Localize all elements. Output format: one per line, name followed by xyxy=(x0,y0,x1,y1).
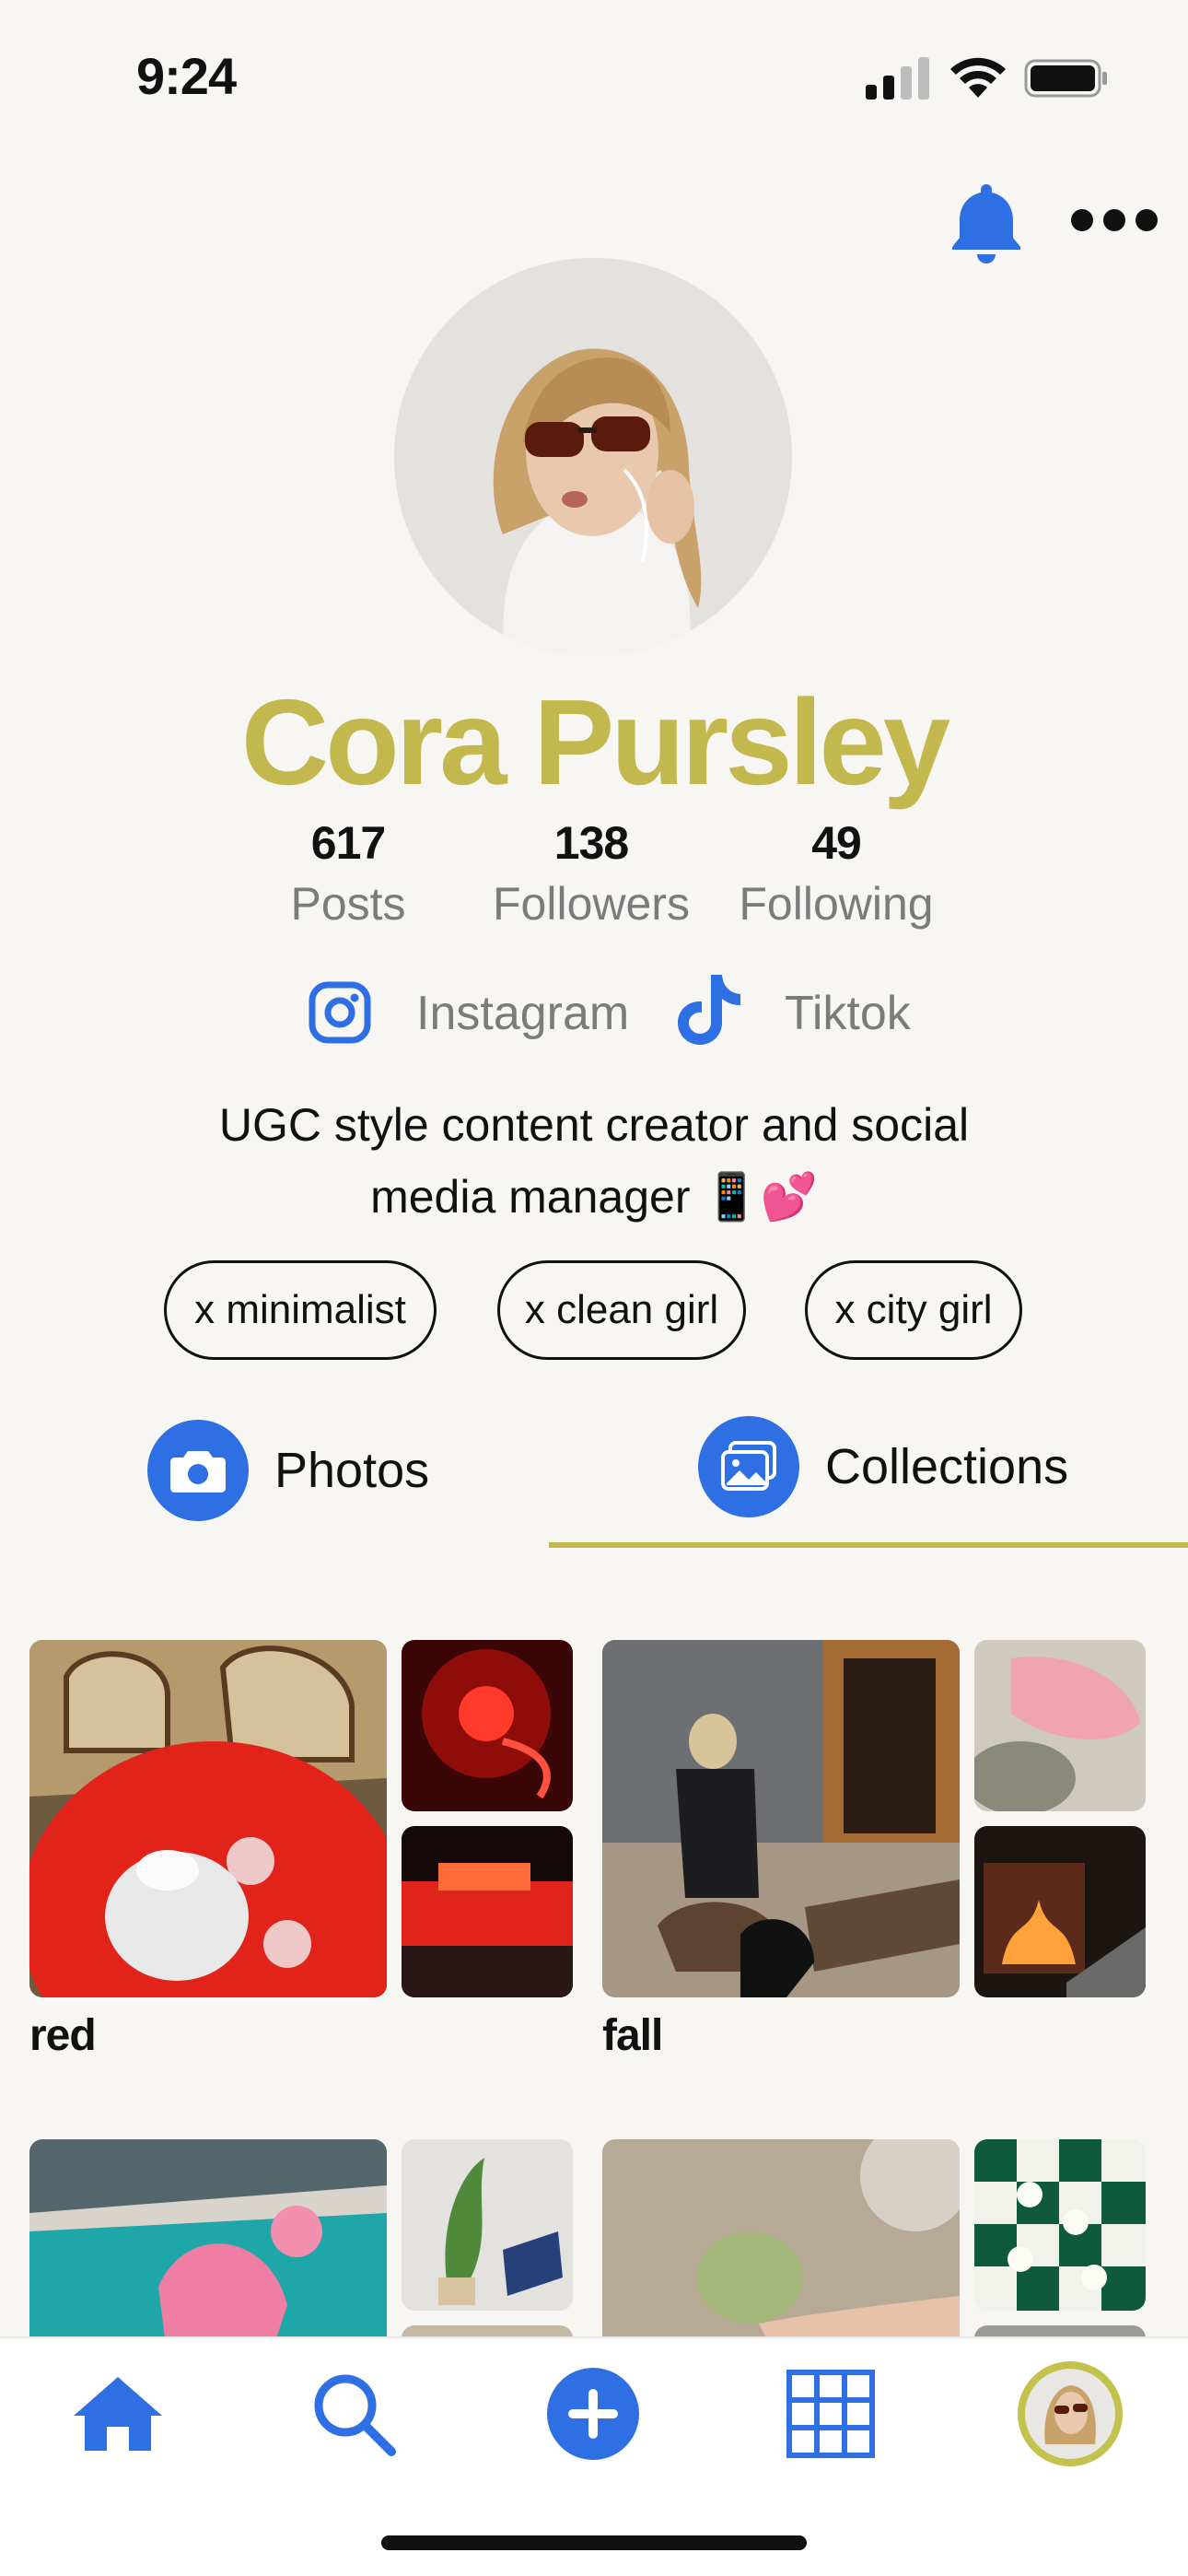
home-indicator xyxy=(381,2535,807,2550)
collection-card[interactable]: fall xyxy=(602,1640,1147,2060)
bio-line: media manager 📱💕 xyxy=(370,1171,818,1223)
collection-title: red xyxy=(29,2011,97,2060)
collection-photo xyxy=(974,2139,1146,2311)
collection-card[interactable] xyxy=(29,2139,575,2336)
tab-collections[interactable]: Collections xyxy=(698,1411,1068,1522)
collection-photo xyxy=(402,1640,573,1811)
active-tab-indicator xyxy=(549,1542,1188,1548)
notifications-bell-icon[interactable] xyxy=(947,181,1026,263)
tab-label: Photos xyxy=(274,1443,430,1498)
tiktok-link[interactable]: Tiktok xyxy=(785,986,911,1041)
tag-chip[interactable]: x city girl xyxy=(805,1260,1022,1360)
stat-value: 138 xyxy=(553,817,629,869)
tab-label: Collections xyxy=(825,1439,1069,1494)
stat-followers[interactable]: 138 Followers xyxy=(472,816,711,931)
stat-label: Followers xyxy=(493,878,690,930)
status-time: 9:24 xyxy=(136,47,237,105)
wifi-icon xyxy=(950,57,1006,98)
collection-photo xyxy=(602,1640,960,1997)
profile-avatar[interactable] xyxy=(1015,2359,1125,2469)
instagram-icon[interactable] xyxy=(308,980,372,1045)
collection-photo xyxy=(974,2325,1146,2336)
more-options-icon[interactable] xyxy=(1068,206,1160,234)
search-icon[interactable] xyxy=(298,2359,409,2469)
stat-label: Posts xyxy=(290,878,406,930)
profile-name: Cora Pursley xyxy=(240,674,950,810)
battery-icon xyxy=(1024,59,1107,98)
collection-photo xyxy=(974,1826,1146,1997)
tiktok-icon[interactable] xyxy=(676,973,742,1047)
stat-value: 617 xyxy=(310,817,386,869)
instagram-link[interactable]: Instagram xyxy=(416,986,629,1041)
collection-photo xyxy=(402,2325,573,2336)
signal-icon xyxy=(866,57,929,100)
tab-photos[interactable]: Photos xyxy=(147,1415,429,1526)
collection-card[interactable]: red xyxy=(29,1640,575,2060)
collection-photo xyxy=(29,2139,387,2336)
tag-chip[interactable]: x clean girl xyxy=(497,1260,746,1360)
collection-photo xyxy=(402,2139,573,2311)
stat-posts[interactable]: 617 Posts xyxy=(228,816,468,931)
collection-card[interactable] xyxy=(602,2139,1147,2336)
camera-icon xyxy=(147,1420,249,1521)
collections-icon xyxy=(698,1416,799,1517)
stat-value: 49 xyxy=(811,817,862,869)
bio-line: UGC style content creator and social xyxy=(218,1099,970,1151)
profile-bio: UGC style content creator and social med… xyxy=(129,1089,1059,1233)
collection-title: fall xyxy=(602,2011,663,2060)
collection-photo xyxy=(402,1826,573,1997)
collection-photo xyxy=(602,2139,960,2336)
profile-avatar xyxy=(394,258,792,656)
home-icon[interactable] xyxy=(63,2359,173,2469)
tag-chip[interactable]: x minimalist xyxy=(164,1260,437,1360)
stat-following[interactable]: 49 Following xyxy=(716,816,956,931)
collection-photo xyxy=(29,1640,387,1997)
stat-label: Following xyxy=(739,878,934,930)
grid-icon[interactable] xyxy=(775,2359,886,2469)
add-icon[interactable] xyxy=(538,2359,648,2469)
collection-photo xyxy=(974,1640,1146,1811)
